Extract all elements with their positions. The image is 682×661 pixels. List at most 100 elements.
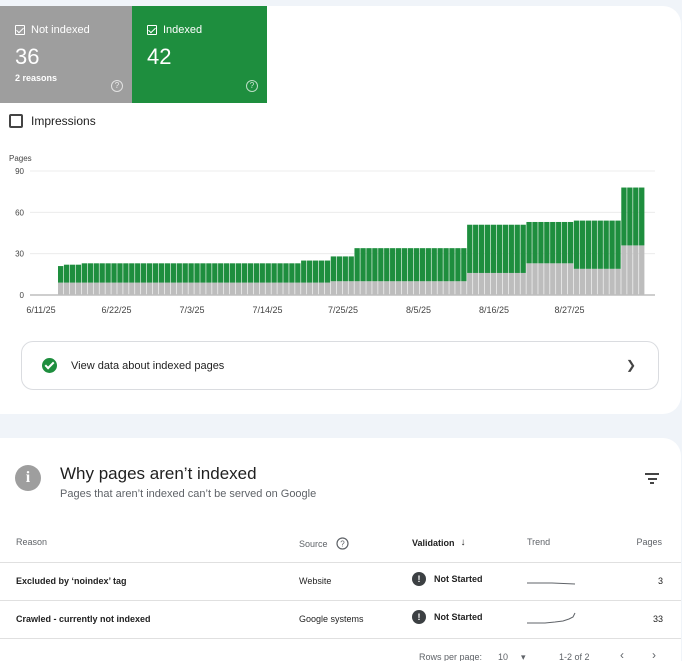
checkbox-checked-icon[interactable] (15, 25, 25, 35)
bar-indexed (354, 248, 360, 282)
bar-not-indexed (544, 263, 550, 295)
bar-not-indexed (235, 282, 242, 295)
table-row[interactable]: Crawled - currently not indexed Google s… (0, 601, 681, 639)
bar-not-indexed (301, 282, 307, 295)
bar-indexed (271, 263, 277, 283)
bar-indexed (567, 221, 574, 264)
bar-not-indexed (224, 282, 230, 295)
pages-header[interactable]: Pages (636, 537, 662, 547)
bar-indexed (561, 221, 568, 264)
bar-not-indexed (561, 263, 568, 295)
table-row[interactable]: Excluded by ‘noindex’ tag Website ! Not … (0, 563, 681, 601)
filter-icon[interactable] (645, 473, 659, 487)
bar-not-indexed (573, 268, 580, 295)
bar-indexed (141, 263, 147, 283)
checkbox-unchecked-icon[interactable] (9, 114, 23, 128)
x-tick-label: 7/3/25 (179, 305, 204, 315)
indexed-label: Indexed (163, 24, 203, 36)
why-not-indexed-card: i Why pages aren’t indexed Pages that ar… (0, 438, 681, 661)
bar-not-indexed (212, 282, 218, 295)
y-tick-label: 0 (20, 291, 25, 300)
validation-header-label: Validation (412, 537, 455, 548)
bar-indexed (182, 263, 188, 283)
bar-not-indexed (105, 282, 111, 295)
impressions-toggle[interactable]: Impressions (9, 114, 96, 128)
bar-not-indexed (478, 272, 485, 295)
indexed-tile[interactable]: Indexed 42 ? (132, 6, 267, 103)
bar-not-indexed (496, 272, 503, 295)
validation-header[interactable]: Validation ↓ (412, 537, 466, 548)
pages-cell: 3 (657, 576, 663, 586)
bar-indexed (478, 224, 485, 273)
bar-indexed (413, 248, 420, 282)
help-icon[interactable]: ? (111, 80, 123, 92)
source-header[interactable]: Source ? (299, 537, 349, 550)
dropdown-arrow-icon[interactable]: ▾ (521, 652, 526, 661)
trend-sparkline (527, 582, 576, 585)
bar-indexed (336, 256, 343, 282)
bar-not-indexed (289, 282, 295, 295)
previous-page-icon[interactable]: ‹ (620, 648, 624, 661)
rows-per-page-label: Rows per page: (419, 652, 483, 661)
validation-cell: ! Not Started (412, 572, 483, 586)
help-icon[interactable]: ? (335, 537, 349, 550)
bar-indexed (324, 260, 331, 283)
reason-header[interactable]: Reason (16, 537, 47, 547)
reason-cell: Crawled - currently not indexed (16, 614, 151, 624)
bar-indexed (395, 248, 402, 282)
not-indexed-tile[interactable]: Not indexed 36 2 reasons ? (0, 6, 132, 103)
bar-indexed (401, 248, 408, 282)
indexed-header: Indexed (147, 24, 202, 36)
bar-indexed (158, 263, 165, 283)
bar-indexed (585, 220, 592, 269)
bar-not-indexed (283, 282, 289, 295)
bar-not-indexed (123, 282, 129, 295)
bar-not-indexed (342, 281, 348, 295)
bar-not-indexed (550, 263, 556, 295)
checkbox-checked-icon[interactable] (147, 25, 157, 35)
svg-text:?: ? (340, 540, 345, 549)
bar-indexed (443, 248, 449, 282)
next-page-icon[interactable]: › (652, 648, 656, 661)
bar-not-indexed (158, 282, 165, 295)
bar-not-indexed (615, 268, 621, 295)
help-icon[interactable]: ? (246, 80, 258, 92)
y-tick-label: 90 (15, 167, 24, 176)
bar-indexed (312, 260, 319, 283)
bar-not-indexed (218, 282, 224, 295)
bar-indexed (224, 263, 230, 283)
bar-not-indexed (609, 268, 615, 295)
bar-indexed (419, 248, 426, 282)
bar-indexed (283, 263, 289, 283)
bar-not-indexed (591, 268, 597, 295)
view-indexed-pages-link[interactable]: View data about indexed pages ❯ (21, 341, 659, 390)
rows-per-page-select[interactable]: 10 (498, 652, 508, 661)
bar-not-indexed (484, 272, 491, 295)
bar-indexed (449, 248, 455, 282)
bar-indexed (200, 263, 206, 283)
bar-not-indexed (164, 282, 171, 295)
pages-chart: Pages 90 60 30 06/11/25 6/22/25 7/3/25 7/14/25 7… (9, 154, 655, 315)
bar-indexed (467, 224, 473, 273)
bar-not-indexed (508, 272, 514, 295)
bar-not-indexed (348, 281, 354, 295)
bar-indexed (597, 220, 603, 269)
bar-not-indexed (141, 282, 147, 295)
bar-not-indexed (129, 282, 135, 295)
reason-cell: Excluded by ‘noindex’ tag (16, 576, 127, 586)
bar-indexed (455, 248, 461, 282)
bar-not-indexed (372, 281, 378, 295)
bar-not-indexed (259, 282, 265, 295)
bar-indexed (544, 221, 550, 264)
bar-not-indexed (318, 282, 325, 295)
bar-indexed (431, 248, 437, 282)
bar-not-indexed (449, 281, 455, 295)
bar-not-indexed (182, 282, 188, 295)
bar-not-indexed (401, 281, 408, 295)
bar-not-indexed (514, 272, 520, 295)
bar-indexed (295, 263, 301, 283)
bar-not-indexed (188, 282, 194, 295)
bar-indexed (212, 263, 218, 283)
bar-indexed (253, 263, 259, 283)
bar-not-indexed (111, 282, 117, 295)
